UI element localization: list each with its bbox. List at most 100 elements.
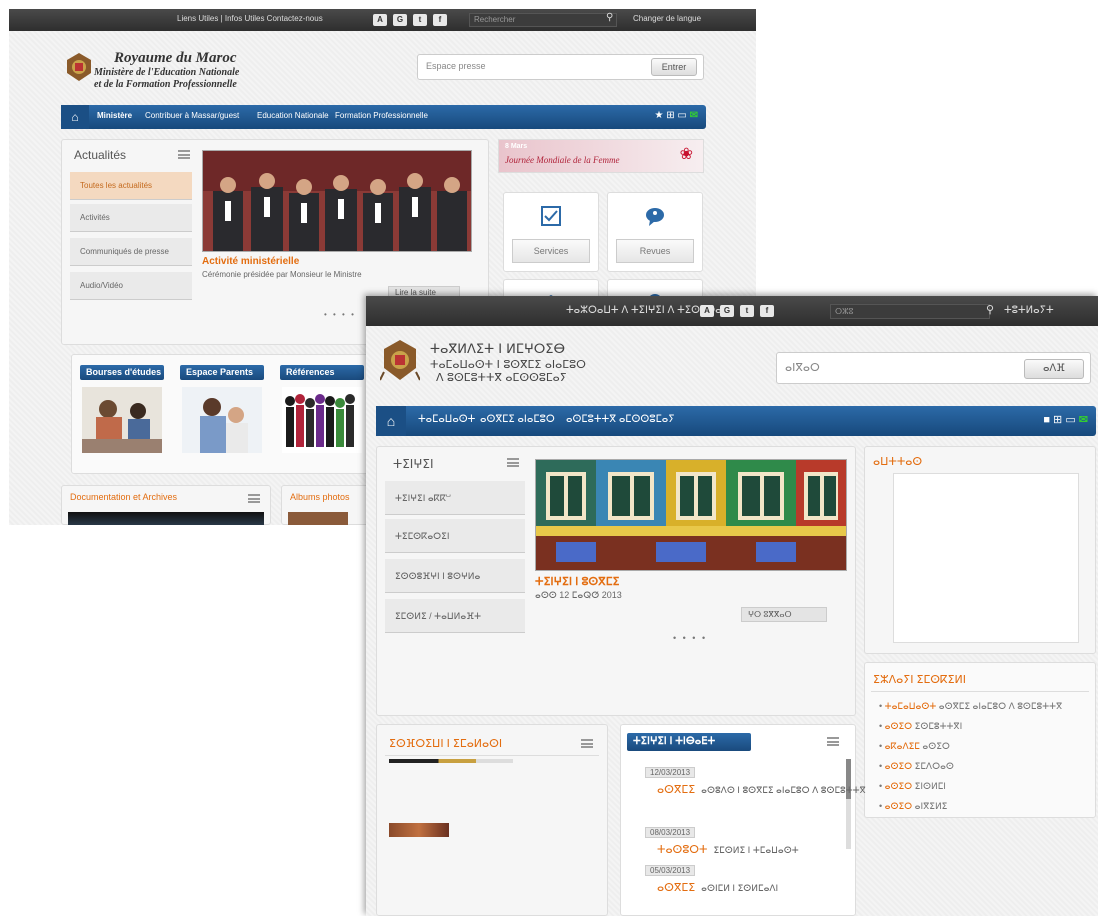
news-headline[interactable]: Activité ministérielle (202, 256, 299, 267)
news-tab[interactable]: Audio/Vidéo (70, 272, 192, 300)
carousel-dots[interactable]: • • • • (324, 310, 356, 319)
useful-link[interactable]: • ⴰⵙⵉⵔ ⵉⵏⵙⵍⵎⵏ (879, 781, 946, 792)
search-box[interactable]: Espace presse Entrer (417, 54, 704, 80)
social-icon[interactable]: f (433, 14, 447, 26)
news-tab[interactable]: ⵜⵉⵏⵖⵉⵏ ⴰⴽⴽⵯ (385, 481, 525, 515)
calendar-widget[interactable] (893, 473, 1079, 643)
social-icon[interactable]: G (720, 305, 734, 317)
nav-item[interactable]: ⴰⵙⴳⵎⵉ ⴰⵏⴰⵎⵓⵔ (480, 414, 555, 425)
useful-link[interactable]: • ⵜⴰⵎⴰⵡⴰⵙⵜ ⴰⵙⴳⵎⵉ ⴰⵏⴰⵎⵓⵔ ⴷ ⵓⵙⵎⵓⵜⵜⴳ (879, 701, 1062, 712)
social-icon[interactable]: G (393, 14, 407, 26)
main-nav: ⌂ ⵜⴰⵎⴰⵡⴰⵙⵜ ⴰⵙⴳⵎⵉ ⴰⵏⴰⵎⵓⵔ ⴰⵙⵎⵓⵜⵜⴳ ⴰⵎⵙⵙⵓⵎⴰⵢ… (376, 406, 1096, 436)
feature-tab[interactable]: Références (280, 365, 364, 380)
students-photo[interactable] (82, 387, 162, 453)
top-search-input[interactable]: ⵔⵣⵓ (830, 304, 990, 319)
rose-icon: ❀ (679, 146, 693, 163)
nav-quick-icons[interactable]: ★ ⊞ ▭ ✉ (654, 110, 698, 121)
main-nav: ⌂ Ministère Contribuer à Massar/guest Ed… (61, 105, 706, 129)
checklist-icon (541, 206, 561, 226)
women-day-banner[interactable]: 8 Mars Journée Mondiale de la Femme ❀ (498, 139, 704, 173)
event-item[interactable]: ⴰⵙⴳⵎⵉ ⴰⵙⵓⴷⵙ ⵏ ⵓⵙⴳⵎⵉ ⴰⵏⴰⵎⵓⵔ ⴷ ⵓⵙⵎⵓⵜⵜⴳ (657, 783, 866, 796)
home-icon[interactable]: ⌂ (376, 406, 406, 436)
top-links[interactable]: Liens Utiles | Infos Utiles Contactez-no… (177, 14, 323, 23)
revues-tile[interactable]: Revues (607, 192, 703, 272)
feature-tab[interactable]: Bourses d'études (80, 365, 164, 380)
news-tab[interactable]: ⵉⵎⵙⵍⵉ / ⵜⴰⵡⵍⴰⴼⵜ (385, 599, 525, 633)
gallery-thumbnail[interactable] (389, 823, 449, 837)
ministry-title: ⵜⴰⴳⵍⴷⵉⵜ ⵏ ⵍⵎⵖⵔⵉⴱ ⵜⴰⵎⴰⵡⴰⵙⵜ ⵏ ⵓⵙⴳⵎⵉ ⴰⵏⴰⵎⵓⵔ… (430, 342, 586, 384)
news-tab[interactable]: ⵜⵉⵎⵙⴽⴰⵔⵉⵏ (385, 519, 525, 553)
ministry-title: Royaume du Maroc Ministère de l'Educatio… (94, 50, 240, 90)
screenshot-tifinagh-portal: ⵜⴰⵣⵔⴰⵡⵜ ⴷ ⵜⵉⵏⵖⵉⵏ ⴷ ⵜⵉⵙⵓⵔⴰ A G t f ⵔⵣⵓ ⚲ … (366, 296, 1098, 916)
news-tab[interactable]: Toutes les actualités (70, 172, 192, 200)
album-thumbnail[interactable] (288, 512, 348, 525)
news-title: Actualités (74, 148, 127, 162)
social-icon[interactable]: t (413, 14, 427, 26)
nav-item[interactable]: ⴰⵙⵎⵓⵜⵜⴳ ⴰⵎⵙⵙⵓⵎⴰⵢ (566, 414, 675, 425)
feature-tab[interactable]: Espace Parents (180, 365, 264, 380)
news-photo[interactable] (535, 459, 847, 571)
language-selector[interactable]: Changer de langue (633, 14, 701, 23)
social-icon[interactable]: A (700, 305, 714, 317)
news-panel: ⵜⵉⵏⵖⵉⵏ ⵜⵉⵏⵖⵉⵏ ⴰⴽⴽⵯ ⵜⵉⵎⵙⴽⴰⵔⵉⵏ ⵉⵙⵙⵓⴼⵖⵏ ⵏ ⵓ… (376, 446, 856, 716)
search-icon[interactable]: ⚲ (606, 12, 613, 23)
gallery-panel: ⵉⵙⴼⵔⵉⵡⵏ ⵏ ⵉⵎⴰⵍⴰⵙⵏ (376, 724, 608, 916)
read-more-button[interactable]: ⵖⵔ ⵓⴳⴳⴰⵔ (741, 607, 827, 622)
useful-links-panel: ⵉⵣⴷⴰⵢⵏ ⵉⵎⵙⴽⵉⵍⵏ • ⵜⴰⵎⴰⵡⴰⵙⵜ ⴰⵙⴳⵎⵉ ⴰⵏⴰⵎⵓⵔ ⴷ… (864, 662, 1096, 818)
event-date: 12/03/2013 (645, 767, 696, 778)
social-icon[interactable]: f (760, 305, 774, 317)
news-tab[interactable]: Communiqués de presse (70, 238, 192, 266)
events-tab[interactable]: ⵜⵉⵏⵖⵉⵏ ⵏ ⵜⵏⴱⴰⴹⵜ (627, 733, 751, 751)
nav-item[interactable]: Education Nationale (257, 111, 329, 120)
nav-item[interactable]: Contribuer à Massar/guest (145, 111, 239, 120)
search-box[interactable]: ⴰⵏⴳⴰⵔ ⴰⴷⴼ (776, 352, 1091, 384)
scrollbar[interactable] (846, 759, 851, 849)
news-title: ⵜⵉⵏⵖⵉⵏ (393, 457, 434, 471)
news-subline: ⴰⵙⵙ 12 ⵎⴰⵕⵚ 2013 (535, 590, 622, 600)
social-icon[interactable]: A (373, 14, 387, 26)
parents-photo[interactable] (182, 387, 262, 453)
news-subline: Cérémonie présidée par Monsieur le Minis… (202, 270, 362, 279)
home-icon[interactable]: ⌂ (61, 105, 89, 129)
gallery-thumbnail[interactable] (389, 759, 513, 763)
useful-link[interactable]: • ⴰⴽⴰⴷⵉⵎ ⴰⵙⵉⵔ (879, 741, 950, 752)
social-icon[interactable]: t (740, 305, 754, 317)
top-links[interactable]: ⵜⴰⵣⵔⴰⵡⵜ ⴷ ⵜⵉⵏⵖⵉⵏ ⴷ ⵜⵉⵙⵓⵔⴰ (566, 305, 722, 316)
nav-item[interactable]: Formation Professionnelle (335, 111, 428, 120)
menu-icon[interactable] (581, 739, 593, 748)
top-search-input[interactable]: Rechercher (469, 13, 617, 27)
coat-of-arms-icon (380, 340, 420, 381)
menu-icon[interactable] (178, 150, 190, 159)
services-tile[interactable]: Services (503, 192, 599, 272)
event-date: 05/03/2013 (645, 865, 696, 876)
carousel-dots[interactable]: • • • • (673, 633, 707, 643)
chat-bubble-icon (646, 208, 664, 226)
references-image[interactable] (282, 387, 362, 453)
documentation-panel: Documentation et Archives (61, 485, 271, 525)
nav-item[interactable]: Ministère (97, 111, 132, 120)
news-photo[interactable] (202, 150, 472, 252)
menu-icon[interactable] (827, 737, 839, 746)
useful-link[interactable]: • ⴰⵙⵉⵔ ⴰⵏⴳⵉⵍⵉ (879, 801, 947, 812)
calendar-panel: ⴰⵡⵜⵜⴰⵙ (864, 446, 1096, 654)
useful-link[interactable]: • ⴰⵙⵉⵔ ⵉⵎⴷⵔⴰⵙ (879, 761, 954, 772)
search-icon[interactable]: ⚲ (986, 303, 994, 316)
menu-icon[interactable] (248, 494, 260, 503)
news-tab[interactable]: Activités (70, 204, 192, 232)
news-headline[interactable]: ⵜⵉⵏⵖⵉⵏ ⵏ ⵓⵙⴳⵎⵉ (535, 575, 619, 588)
search-button[interactable]: ⴰⴷⴼ (1024, 359, 1084, 379)
nav-item[interactable]: ⵜⴰⵎⴰⵡⴰⵙⵜ (418, 414, 475, 425)
nav-quick-icons[interactable]: ■ ⊞ ▭ ✉ (1043, 413, 1088, 426)
language-selector[interactable]: ⵜⵓⵜⵍⴰⵢⵜ (1004, 305, 1054, 316)
video-thumbnail[interactable] (68, 512, 264, 525)
event-date: 08/03/2013 (645, 827, 696, 838)
menu-icon[interactable] (507, 458, 519, 467)
event-item[interactable]: ⵜⴰⵙⵓⵔⵜ ⵉⵎⵙⵍⵉ ⵏ ⵜⵎⴰⵡⴰⵙⵜ (657, 843, 799, 856)
useful-link[interactable]: • ⴰⵙⵉⵔ ⵉⵙⵎⵓⵜⵜⴳⵏ (879, 721, 962, 732)
coat-of-arms-icon (67, 53, 91, 81)
top-bar: ⵜⴰⵣⵔⴰⵡⵜ ⴷ ⵜⵉⵏⵖⵉⵏ ⴷ ⵜⵉⵙⵓⵔⴰ A G t f ⵔⵣⵓ ⚲ … (366, 296, 1098, 326)
news-tab[interactable]: ⵉⵙⵙⵓⴼⵖⵏ ⵏ ⵓⵙⵖⵍⴰ (385, 559, 525, 593)
event-item[interactable]: ⴰⵙⴳⵎⵉ ⴰⵙⵏⵎⵍ ⵏ ⵉⵙⵍⵎⴰⴷⵏ (657, 881, 778, 894)
search-button[interactable]: Entrer (651, 58, 697, 76)
events-panel: ⵜⵉⵏⵖⵉⵏ ⵏ ⵜⵏⴱⴰⴹⵜ 12/03/2013 ⴰⵙⴳⵎⵉ ⴰⵙⵓⴷⵙ ⵏ … (620, 724, 866, 916)
